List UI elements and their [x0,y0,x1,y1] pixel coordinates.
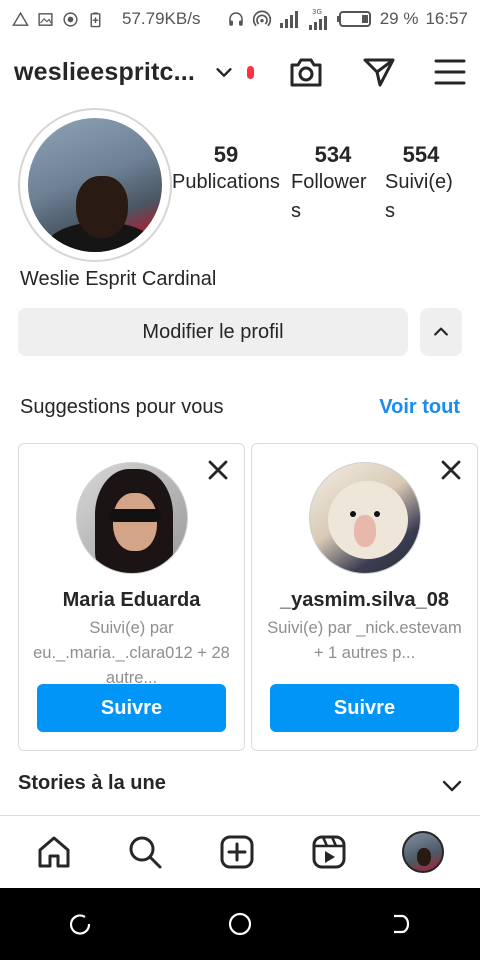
highlights-title[interactable]: Stories à la une [18,772,166,795]
system-nav-bar [0,888,480,960]
account-switcher[interactable]: weslieespritc... [14,58,195,87]
suggestion-mutuals: Suivi(e) par _nick.estevam + 1 autres p.… [267,619,462,662]
back-icon[interactable] [388,912,412,936]
record-icon [63,11,78,27]
suggestion-name[interactable]: Maria Eduarda [19,589,244,612]
create-icon[interactable] [219,834,255,870]
hotspot-icon [252,10,271,27]
notification-dot [247,65,255,79]
chevron-down-icon[interactable] [213,61,235,83]
profile-avatar[interactable] [402,831,445,873]
profile-photo [28,118,162,252]
stat-label: Publications [172,171,280,193]
stat-label: Followers [291,171,367,222]
suggestion-mutuals: Suivi(e) par eu._.maria._.clara012 + 28 … [33,619,230,687]
suggestion-card[interactable]: _yasmim.silva_08 Suivi(e) par _nick.este… [251,443,478,751]
profile-avatar[interactable] [18,108,172,262]
chevron-up-icon [434,327,448,336]
stat-publications[interactable]: 59 Publications [172,142,280,197]
battery-icon [336,11,371,27]
profile-full-name: Weslie Esprit Cardinal [20,268,217,290]
signal-icon [279,11,298,28]
menu-icon[interactable] [434,58,466,86]
edit-profile-button[interactable]: Modifier le profil [18,308,408,356]
close-icon[interactable] [206,458,230,482]
stat-value: 554 [402,142,440,167]
reels-icon[interactable] [311,834,347,870]
network-type: 3G [312,8,322,16]
close-icon[interactable] [439,458,463,482]
battery-saver-icon [90,11,101,27]
profile-header: weslieespritc... [0,44,480,100]
stat-value: 534 [314,142,352,167]
image-icon [38,12,53,26]
suggestion-name[interactable]: _yasmim.silva_08 [252,589,477,612]
battery-percent: 29 % [379,9,419,28]
suggestions-title: Suggestions pour vous [20,396,224,418]
home-circle-icon[interactable] [227,911,253,937]
clock: 16:57 [425,9,468,28]
stat-value: 59 [213,142,239,167]
status-bar: 57.79KB/s 3G 29 % 16:57 [0,0,480,38]
search-icon[interactable] [127,834,163,870]
see-all-link[interactable]: Voir tout [379,396,460,419]
recents-icon[interactable] [68,912,92,936]
warning-icon [12,11,29,26]
network-speed: 57.79KB/s [122,9,201,28]
chevron-down-icon[interactable] [440,774,464,798]
home-icon[interactable] [36,834,72,870]
suggestions-toggle-button[interactable] [420,308,462,356]
headphones-icon [228,12,243,26]
follow-button[interactable]: Suivre [270,684,459,732]
signal-3g-icon: 3G [308,8,327,30]
stat-followers[interactable]: 534 Followers [291,142,375,226]
stat-label: Suivi(e)s [385,171,453,222]
direct-message-icon[interactable] [362,55,396,89]
follow-button[interactable]: Suivre [37,684,226,732]
stat-following[interactable]: 554 Suivi(e)s [385,142,457,226]
suggestion-card[interactable]: Maria Eduarda Suivi(e) par eu._.maria._.… [18,443,245,751]
suggestion-avatar[interactable] [308,462,421,574]
suggestion-avatar[interactable] [75,462,188,574]
bottom-nav [0,815,480,888]
camera-icon[interactable] [288,55,324,89]
